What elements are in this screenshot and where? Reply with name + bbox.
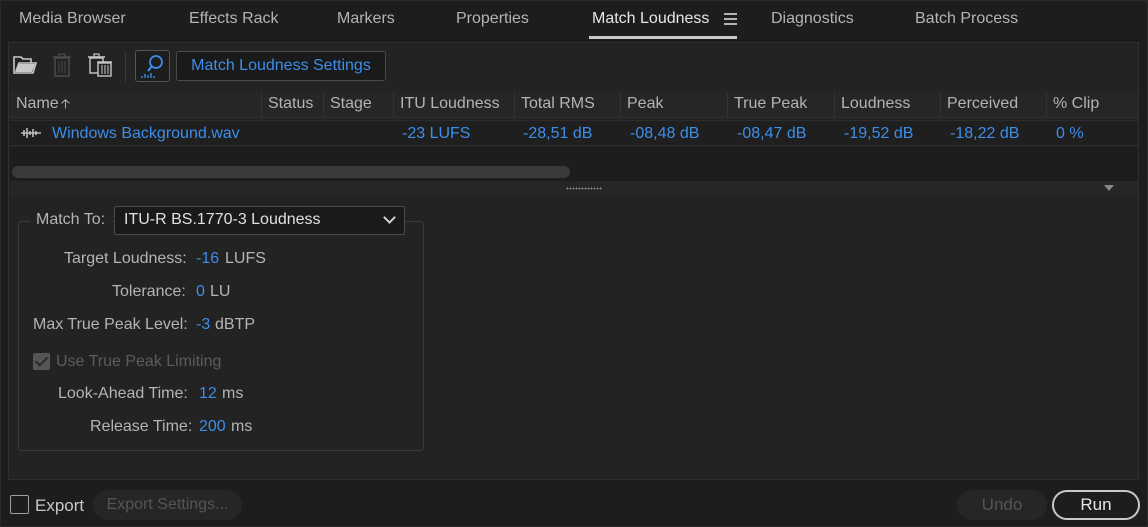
- target-loudness-value[interactable]: -16: [196, 250, 219, 268]
- release-time-label: Release Time:: [90, 418, 193, 435]
- match-to-dropdown[interactable]: ITU-R BS.1770-3 Loudness: [114, 206, 405, 235]
- panel-menu-icon[interactable]: [724, 13, 737, 25]
- splitter-grip-icon: [566, 187, 602, 190]
- active-tab-indicator: [589, 36, 737, 39]
- undo-button[interactable]: Undo: [957, 490, 1047, 520]
- look-ahead-unit: ms: [222, 385, 244, 402]
- column-header-true-peak[interactable]: True Peak: [727, 92, 834, 118]
- sort-ascending-icon: 🡡: [60, 96, 71, 111]
- trash-icon[interactable]: [52, 53, 72, 82]
- tab-batch-process[interactable]: Batch Process: [915, 10, 1018, 40]
- tolerance-unit: LU: [210, 283, 231, 300]
- column-header-perceived[interactable]: Perceived: [940, 92, 1046, 118]
- match-to-value: ITU-R BS.1770-3 Loudness: [124, 211, 321, 228]
- tab-media-browser[interactable]: Media Browser: [19, 10, 126, 40]
- release-time-value[interactable]: 200: [199, 418, 226, 436]
- max-true-peak-label: Max True Peak Level:: [33, 316, 188, 333]
- column-header-total-rms[interactable]: Total RMS: [514, 92, 620, 118]
- horizontal-scrollbar[interactable]: [12, 166, 570, 178]
- tab-diagnostics[interactable]: Diagnostics: [771, 10, 854, 40]
- collapse-triangle-icon[interactable]: [1104, 185, 1114, 191]
- panel-splitter[interactable]: [10, 181, 1138, 196]
- open-folder-icon[interactable]: [13, 55, 38, 80]
- file-table-header: Name 🡡 Status Stage ITU Loudness Total RM…: [10, 92, 1138, 118]
- column-header-loudness[interactable]: Loudness: [834, 92, 940, 118]
- export-settings-button[interactable]: Export Settings...: [93, 490, 242, 520]
- tab-properties[interactable]: Properties: [456, 10, 529, 40]
- cell-perceived: -18,22 dB: [950, 125, 1020, 142]
- match-loudness-settings-button[interactable]: Match Loudness Settings: [176, 51, 386, 81]
- tolerance-label: Tolerance:: [112, 283, 186, 300]
- column-header-stage[interactable]: Stage: [323, 92, 393, 118]
- column-header-status[interactable]: Status: [261, 92, 323, 118]
- cell-true-peak: -08,47 dB: [737, 125, 807, 142]
- tab-effects-rack[interactable]: Effects Rack: [189, 10, 279, 40]
- export-label: Export: [35, 496, 85, 515]
- chevron-down-icon: [383, 211, 396, 224]
- toolbar-separator: [125, 52, 126, 82]
- true-peak-limiting-label: Use True Peak Limiting: [56, 353, 222, 370]
- max-true-peak-unit: dBTP: [215, 316, 256, 333]
- waveform-icon: [20, 126, 42, 145]
- cell-loudness: -19,52 dB: [844, 125, 914, 142]
- column-header-clip[interactable]: % Clip: [1046, 92, 1138, 118]
- look-ahead-label: Look-Ahead Time:: [58, 385, 188, 402]
- look-ahead-value[interactable]: 12: [199, 385, 217, 403]
- max-true-peak-value[interactable]: -3: [196, 316, 210, 334]
- cell-itu-loudness: -23 LUFS: [402, 125, 471, 142]
- clear-all-icon[interactable]: [88, 52, 114, 83]
- run-button[interactable]: Run: [1052, 490, 1140, 520]
- table-row[interactable]: Windows Background.wav -23 LUFS -28,51 d…: [10, 120, 1138, 146]
- export-checkbox[interactable]: [10, 495, 29, 514]
- tab-markers[interactable]: Markers: [337, 10, 395, 40]
- release-time-unit: ms: [231, 418, 253, 435]
- column-header-name[interactable]: Name 🡡: [10, 92, 261, 118]
- cell-peak: -08,48 dB: [630, 125, 700, 142]
- column-header-peak[interactable]: Peak: [620, 92, 727, 118]
- file-name: Windows Background.wav: [52, 125, 240, 142]
- analyze-loudness-icon: [141, 55, 163, 78]
- match-to-label: Match To:: [30, 211, 112, 229]
- column-header-itu-loudness[interactable]: ITU Loudness: [393, 92, 514, 118]
- cell-clip: 0 %: [1056, 125, 1084, 142]
- analyze-button[interactable]: [135, 50, 170, 82]
- tolerance-value[interactable]: 0: [196, 283, 205, 301]
- target-loudness-label: Target Loudness:: [64, 250, 187, 267]
- panel-tab-bar: Media Browser Effects Rack Markers Prope…: [0, 0, 1148, 42]
- target-loudness-unit: LUFS: [225, 250, 266, 267]
- true-peak-limiting-checkbox[interactable]: [33, 353, 50, 370]
- cell-total-rms: -28,51 dB: [523, 125, 593, 142]
